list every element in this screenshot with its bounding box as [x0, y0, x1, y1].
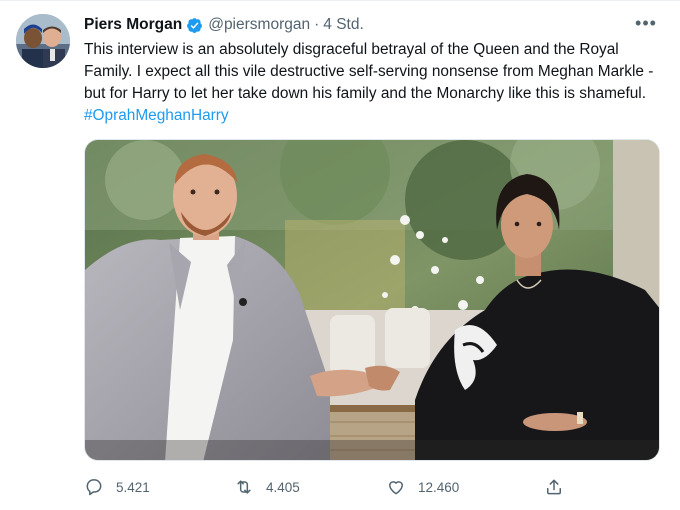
- author-handle[interactable]: @piersmorgan: [208, 16, 310, 34]
- tweet-media[interactable]: [84, 139, 660, 461]
- avatar-image: [16, 14, 70, 68]
- reply-icon: [86, 479, 102, 496]
- reply-count: 5.421: [116, 479, 150, 495]
- like-icon: [389, 481, 403, 495]
- share-button[interactable]: [544, 474, 576, 500]
- retweet-button[interactable]: 4.405: [234, 474, 300, 500]
- like-button[interactable]: 12.460: [386, 474, 459, 500]
- like-count: 12.460: [418, 479, 460, 495]
- avatar[interactable]: [16, 14, 70, 68]
- reply-button[interactable]: 5.421: [84, 474, 150, 500]
- hashtag-link[interactable]: #OprahMeghanHarry: [84, 107, 229, 124]
- timestamp[interactable]: 4 Std.: [323, 16, 364, 34]
- tweet-header: Piers Morgan @piersmorgan · 4 Std.: [84, 15, 364, 35]
- separator-dot: ·: [314, 16, 320, 33]
- tweet-text: This interview is an absolutely disgrace…: [84, 39, 654, 127]
- interview-photo: [85, 140, 659, 460]
- retweet-count: 4.405: [266, 479, 300, 495]
- retweet-icon: [237, 480, 251, 494]
- verified-badge-icon: [187, 17, 203, 33]
- tweet-actions: 5.421 4.405 12.460: [84, 474, 574, 500]
- tweet-card[interactable]: Piers Morgan @piersmorgan · 4 Std. ••• T…: [0, 0, 680, 510]
- author-name[interactable]: Piers Morgan: [84, 16, 182, 34]
- share-icon: [547, 479, 561, 495]
- tweet-text-body: This interview is an absolutely disgrace…: [84, 41, 654, 102]
- more-options-icon[interactable]: •••: [634, 11, 658, 35]
